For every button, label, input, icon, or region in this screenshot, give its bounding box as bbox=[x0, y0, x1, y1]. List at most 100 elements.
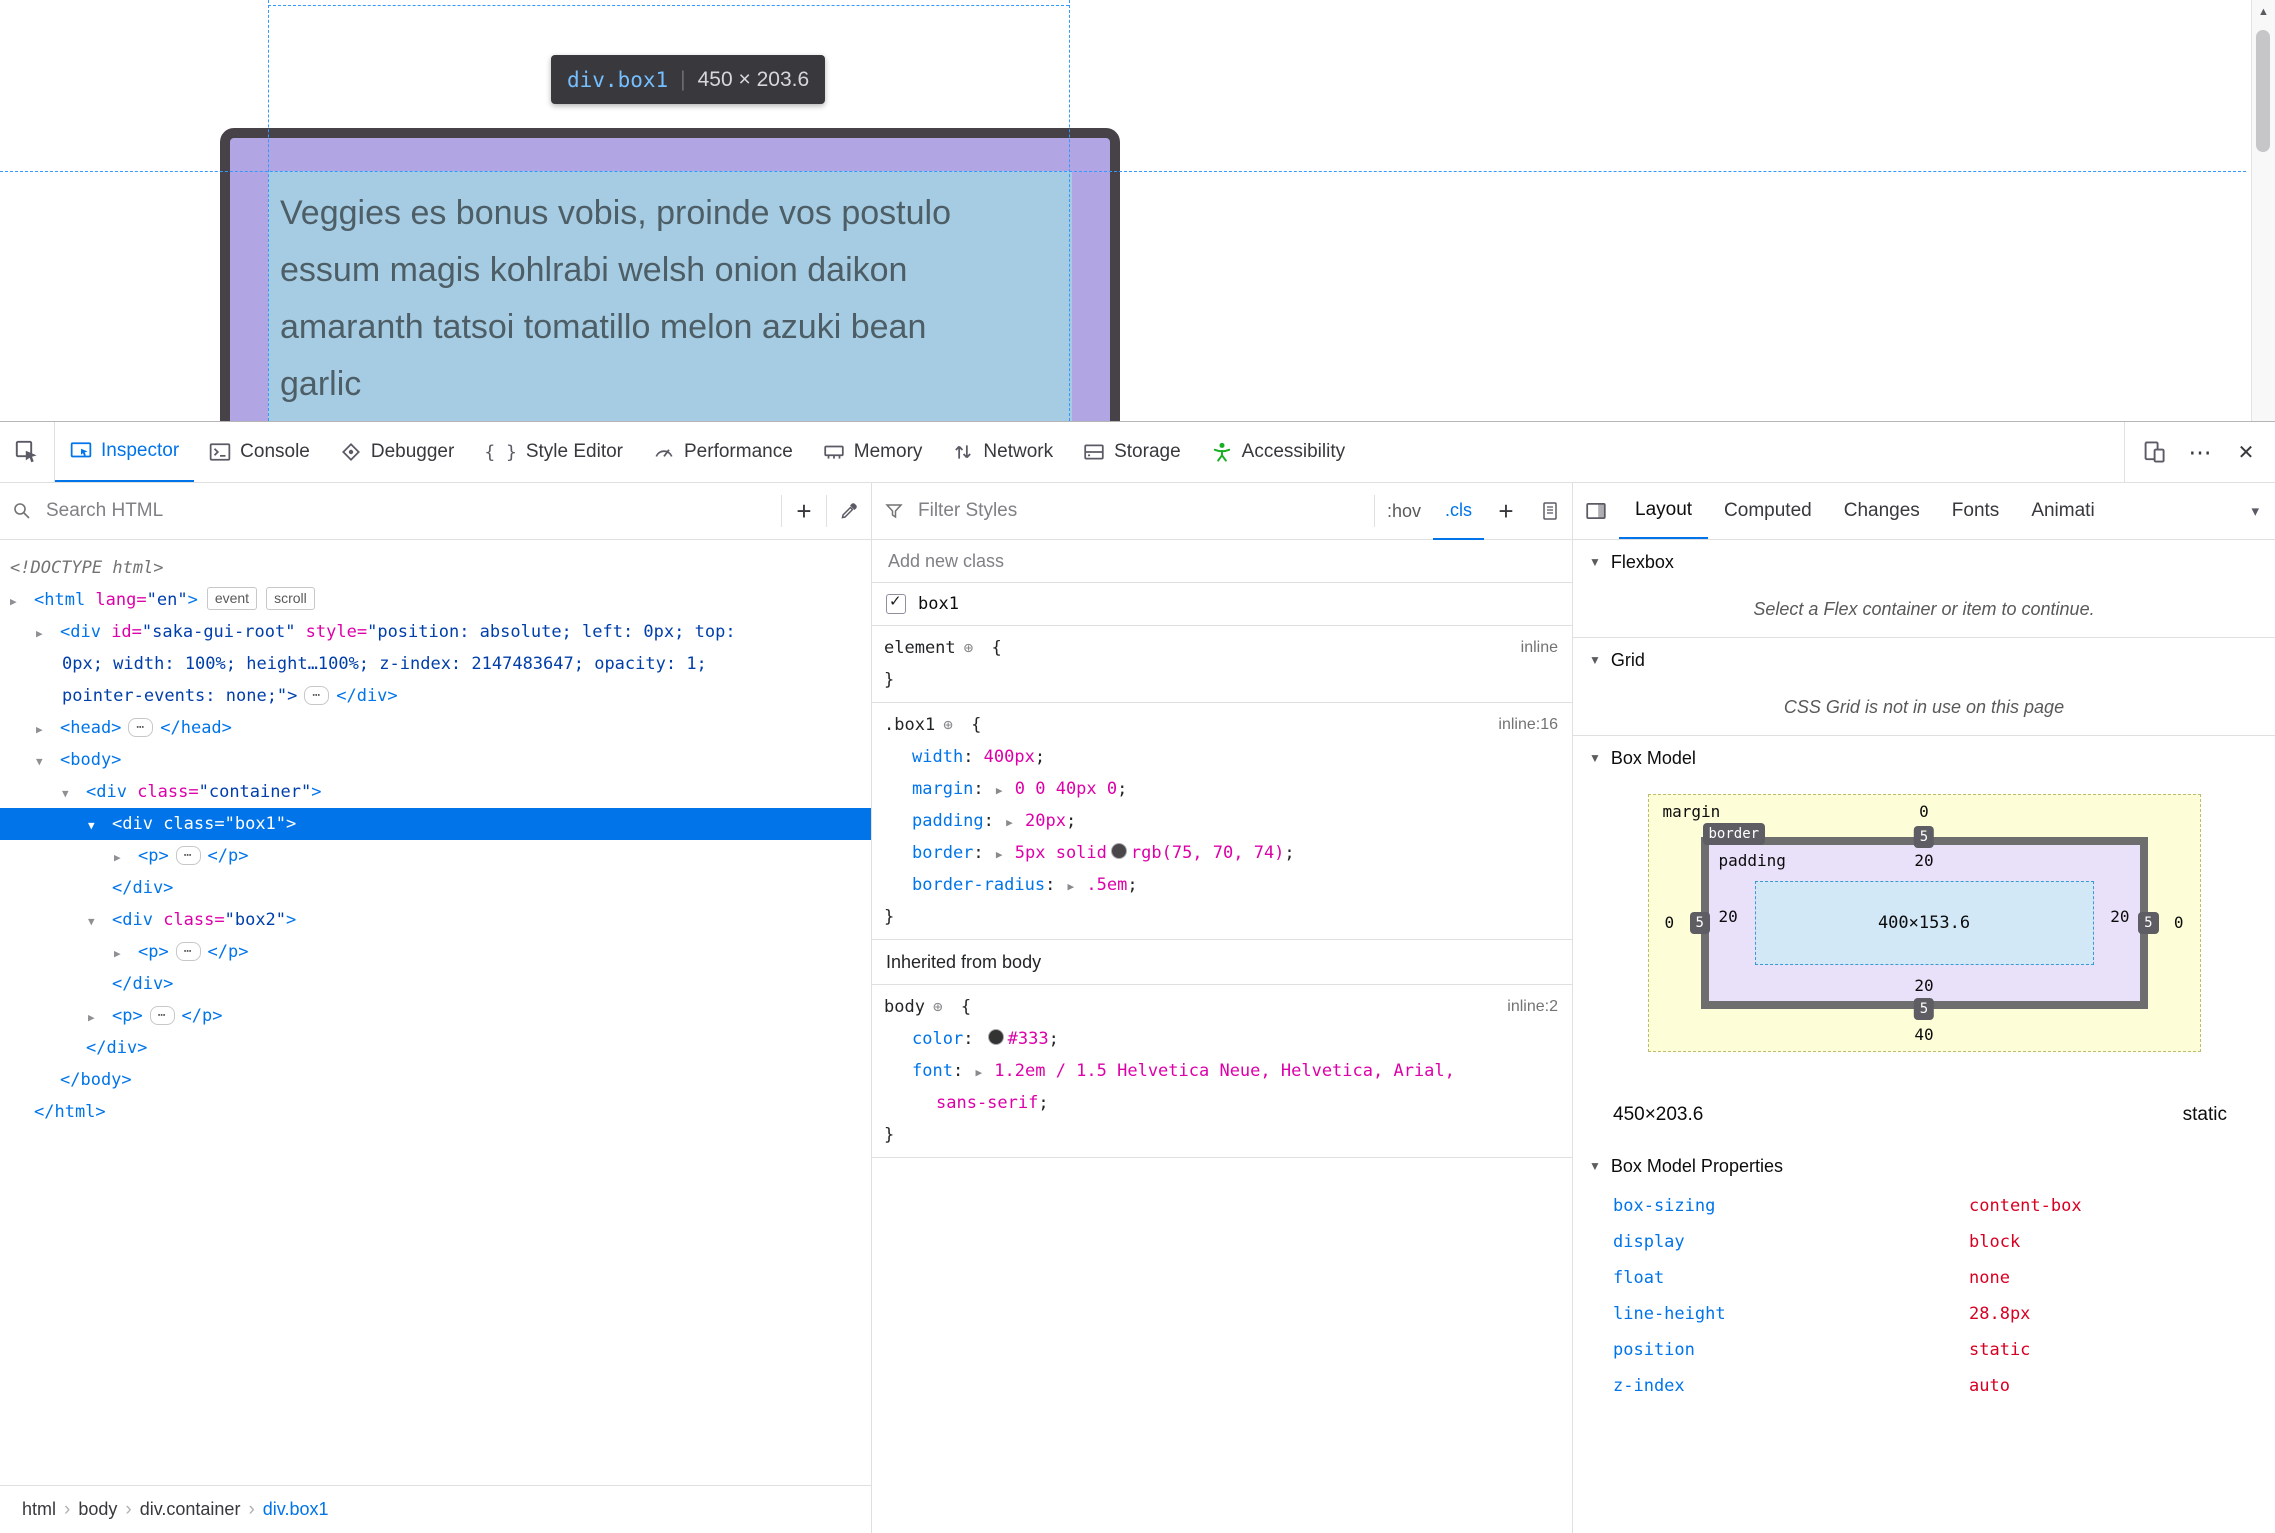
padding-top-value[interactable]: 20 bbox=[1709, 851, 2140, 870]
tab-memory[interactable]: Memory bbox=[808, 422, 938, 482]
margin-right-value[interactable]: 0 bbox=[2174, 913, 2184, 932]
tab-fonts[interactable]: Fonts bbox=[1936, 483, 2016, 539]
rule-close[interactable]: } bbox=[872, 664, 1572, 696]
search-html-input[interactable] bbox=[44, 499, 781, 523]
tab-network[interactable]: Network bbox=[937, 422, 1068, 482]
box1-node-selected[interactable]: ▼ <div class="box1"> bbox=[0, 808, 871, 840]
tab-style-editor[interactable]: { } Style Editor bbox=[469, 422, 638, 482]
tab-computed[interactable]: Computed bbox=[1708, 483, 1828, 539]
p-node[interactable]: ▶ <p> ⋯ </p> bbox=[0, 936, 871, 968]
box-model-margin-area[interactable]: margin 0 40 0 0 border 5 5 5 5 padding 2… bbox=[1647, 794, 2201, 1052]
rule-close[interactable]: } bbox=[872, 901, 1572, 933]
scrollbar-thumb[interactable] bbox=[2256, 30, 2270, 152]
rule-selector[interactable]: .box1 ⊕ {inline:16 bbox=[872, 709, 1572, 741]
border-bottom-value[interactable]: 5 bbox=[1913, 998, 1935, 1020]
css-declaration[interactable]: width: 400px; bbox=[872, 741, 1572, 773]
color-swatch[interactable] bbox=[1110, 843, 1127, 859]
doctype-line[interactable]: <!DOCTYPE html> bbox=[0, 552, 871, 584]
rule-source-link[interactable]: inline bbox=[1521, 632, 1558, 664]
box-model-properties-header[interactable]: ▼ Box Model Properties bbox=[1573, 1144, 2275, 1188]
tab-accessibility[interactable]: Accessibility bbox=[1196, 422, 1360, 482]
closing-tag[interactable]: </html> bbox=[0, 1096, 871, 1128]
css-declaration[interactable]: color: #333; bbox=[872, 1023, 1572, 1055]
token-badge[interactable]: event bbox=[206, 587, 258, 610]
margin-bottom-value[interactable]: 40 bbox=[1649, 1025, 2200, 1044]
p-node[interactable]: ▶ <p> ⋯ </p> bbox=[0, 1000, 871, 1032]
token-tri[interactable]: ▶ bbox=[1006, 816, 1013, 829]
saka-gui-root-node[interactable]: ▶ <div id="saka-gui-root" style="position… bbox=[0, 616, 871, 648]
tab-animations[interactable]: Animati bbox=[2015, 483, 2110, 539]
token-tri[interactable]: ▶ bbox=[1068, 880, 1075, 893]
token-ellipsis[interactable]: ⋯ bbox=[175, 846, 201, 865]
rule-close[interactable]: } bbox=[872, 1119, 1572, 1151]
box-model-content-area[interactable]: 400×153.6 bbox=[1754, 881, 2094, 965]
token-ellipsis[interactable]: ⋯ bbox=[128, 718, 154, 737]
toggle-classes-button[interactable]: .cls bbox=[1433, 482, 1484, 540]
grid-section-header[interactable]: ▼ Grid bbox=[1573, 638, 2275, 682]
pick-element-button[interactable] bbox=[0, 422, 55, 482]
css-declaration[interactable]: border-radius: ▶ .5em; bbox=[872, 869, 1572, 901]
tab-storage[interactable]: Storage bbox=[1068, 422, 1196, 482]
token-ellipsis[interactable]: ⋯ bbox=[175, 942, 201, 961]
padding-right-value[interactable]: 20 bbox=[2110, 907, 2129, 926]
rule-source-link[interactable]: inline:2 bbox=[1507, 991, 1558, 1023]
rule-selector[interactable]: element ⊕ {inline bbox=[872, 632, 1572, 664]
css-declaration[interactable]: border: ▶ 5px solid rgb(75, 70, 74); bbox=[872, 837, 1572, 869]
tab-inspector[interactable]: Inspector bbox=[55, 422, 195, 482]
html-node[interactable]: ▶ <html lang="en"> event scroll bbox=[0, 584, 871, 616]
border-top-value[interactable]: 5 bbox=[1913, 826, 1935, 848]
eyedropper-button[interactable] bbox=[827, 501, 871, 521]
token-tri[interactable]: ▶ bbox=[996, 784, 1003, 797]
class-checkbox[interactable] bbox=[886, 592, 906, 614]
meatball-menu-button[interactable]: ⋯ bbox=[2177, 422, 2223, 482]
css-declaration[interactable]: font: ▶ 1.2em / 1.5 Helvetica Neue, Helv… bbox=[872, 1055, 1572, 1087]
token-tri[interactable]: ▶ bbox=[996, 848, 1003, 861]
add-rule-button[interactable]: + bbox=[1484, 496, 1528, 527]
toggle-pseudo-classes-button[interactable]: :hov bbox=[1375, 483, 1433, 539]
breadcrumb-item-body[interactable]: body bbox=[70, 1499, 125, 1520]
token-tri[interactable]: ▶ bbox=[975, 1066, 982, 1079]
responsive-design-mode-button[interactable] bbox=[2131, 422, 2177, 482]
selector-highlight-icon[interactable]: ⊕ bbox=[943, 715, 953, 734]
tab-performance[interactable]: Performance bbox=[638, 422, 808, 482]
rule-source-link[interactable]: inline:16 bbox=[1498, 709, 1558, 741]
css-declaration[interactable]: margin: ▶ 0 0 40px 0; bbox=[872, 773, 1572, 805]
add-class-input[interactable] bbox=[886, 549, 1572, 573]
rule-selector[interactable]: body ⊕ {inline:2 bbox=[872, 991, 1572, 1023]
closing-tag[interactable]: </div> bbox=[0, 1032, 871, 1064]
flexbox-section-header[interactable]: ▼ Flexbox bbox=[1573, 540, 2275, 584]
token-ellipsis[interactable]: ⋯ bbox=[304, 686, 330, 705]
tab-layout[interactable]: Layout bbox=[1619, 483, 1709, 539]
closing-tag[interactable]: </div> bbox=[0, 968, 871, 1000]
p-node[interactable]: ▶ <p> ⋯ </p> bbox=[0, 840, 871, 872]
close-devtools-button[interactable]: ✕ bbox=[2223, 422, 2269, 482]
padding-bottom-value[interactable]: 20 bbox=[1709, 976, 2140, 995]
box2-node[interactable]: ▼ <div class="box2"> bbox=[0, 904, 871, 936]
page-scrollbar[interactable]: ▲ bbox=[2251, 0, 2275, 421]
print-media-simulation-button[interactable] bbox=[1528, 501, 1572, 521]
breadcrumb-item-html[interactable]: html bbox=[14, 1499, 64, 1520]
color-swatch[interactable] bbox=[987, 1029, 1004, 1045]
token-badge[interactable]: scroll bbox=[266, 587, 315, 610]
filter-styles-input[interactable] bbox=[916, 499, 1374, 523]
all-tabs-dropdown-icon[interactable]: ▾ bbox=[2235, 483, 2275, 539]
closing-tag[interactable]: </div> bbox=[0, 872, 871, 904]
tab-changes[interactable]: Changes bbox=[1828, 483, 1936, 539]
css-declaration[interactable]: padding: ▶ 20px; bbox=[872, 805, 1572, 837]
tab-console[interactable]: Console bbox=[194, 422, 325, 482]
breadcrumb-item-container[interactable]: div.container bbox=[132, 1499, 249, 1520]
body-node[interactable]: ▼ <body> bbox=[0, 744, 871, 776]
border-right-value[interactable]: 5 bbox=[2138, 912, 2159, 934]
margin-left-value[interactable]: 0 bbox=[1665, 913, 1675, 932]
breadcrumb-item-box1[interactable]: div.box1 bbox=[255, 1499, 337, 1520]
tab-debugger[interactable]: Debugger bbox=[325, 422, 469, 482]
saka-gui-root-node[interactable]: pointer-events: none;"> ⋯ </div> bbox=[0, 680, 871, 712]
box-model-padding-area[interactable]: padding 20 20 20 20 400×153.6 bbox=[1708, 845, 2140, 1001]
selector-highlight-icon[interactable]: ⊕ bbox=[964, 638, 974, 657]
selector-highlight-icon[interactable]: ⊕ bbox=[933, 997, 943, 1016]
token-ellipsis[interactable]: ⋯ bbox=[149, 1006, 175, 1025]
scrollbar-up-arrow[interactable]: ▲ bbox=[2252, 0, 2275, 18]
padding-left-value[interactable]: 20 bbox=[1719, 907, 1738, 926]
html-tree-view[interactable]: <!DOCTYPE html> ▶ <html lang="en"> event scr… bbox=[0, 540, 871, 1485]
add-node-button[interactable]: + bbox=[782, 496, 826, 527]
